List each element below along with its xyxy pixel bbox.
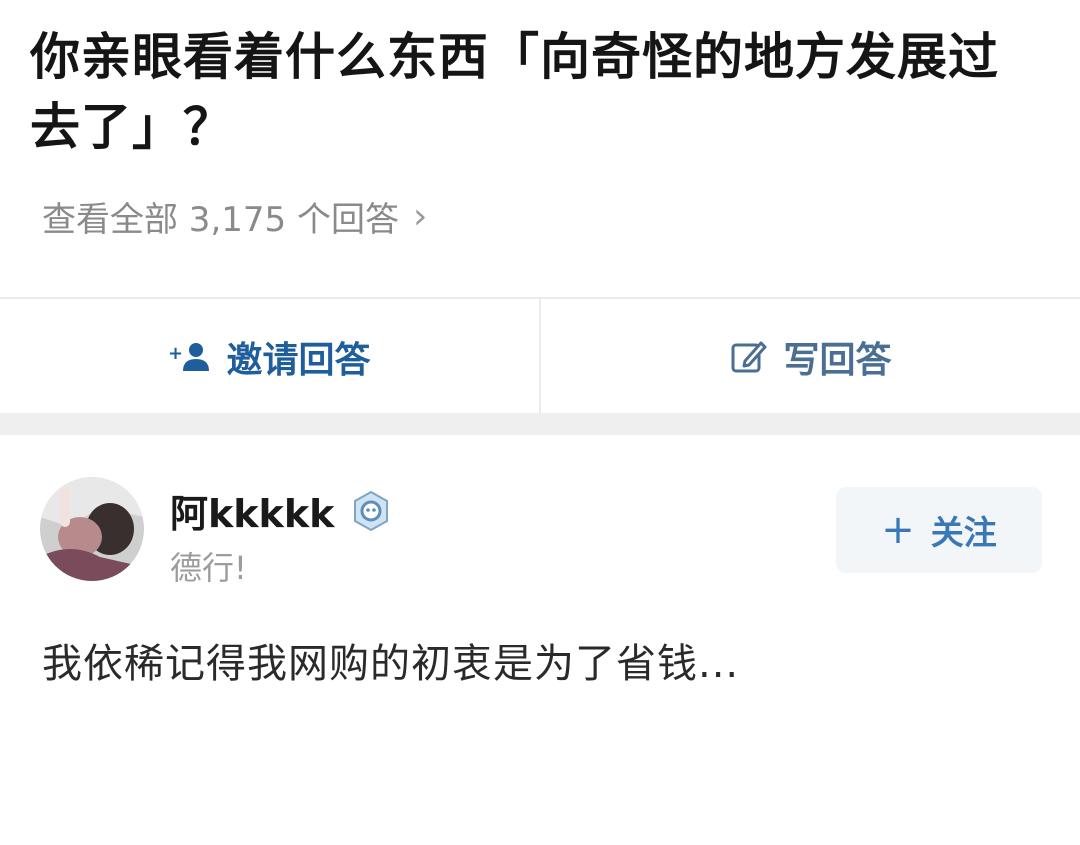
add-user-icon: + — [168, 339, 212, 375]
invite-answer-label: 邀请回答 — [226, 340, 371, 381]
write-answer-label: 写回答 — [783, 340, 892, 381]
answer-card: 阿kkkkk 德行! + 关注 我依稀记得我网购的初衷是为了省钱... — [0, 435, 1080, 845]
plus-icon: + — [881, 507, 915, 553]
follow-button[interactable]: + 关注 — [836, 487, 1042, 573]
verified-badge-icon — [350, 490, 392, 532]
question-title[interactable]: 你亲眼看着什么东西「向奇怪的地方发展过去了」？ — [0, 0, 1080, 162]
answer-content[interactable]: 我依稀记得我网购的初衷是为了省钱... — [42, 631, 739, 689]
section-divider — [0, 413, 1080, 435]
question-section: 你亲眼看着什么东西「向奇怪的地方发展过去了」？ 查看全部 3,175 个回答 › — [0, 0, 1080, 244]
edit-icon — [729, 337, 769, 377]
svg-text:+: + — [168, 343, 183, 364]
invite-answer-button[interactable]: + 邀请回答 — [0, 299, 539, 415]
question-actions-bar: + 邀请回答 写回答 — [0, 297, 1080, 415]
follow-label: 关注 — [930, 513, 997, 552]
author-bio: 德行! — [170, 549, 247, 587]
avatar[interactable] — [40, 477, 144, 581]
write-answer-button[interactable]: 写回答 — [539, 299, 1080, 415]
author-name-row[interactable]: 阿kkkkk — [170, 483, 392, 538]
chevron-right-icon: › — [412, 195, 428, 237]
author-name: 阿kkkkk — [170, 492, 335, 536]
view-all-answers-link[interactable]: 查看全部 3,175 个回答 › — [42, 188, 1080, 244]
view-all-label: 查看全部 3,175 个回答 — [42, 199, 399, 240]
